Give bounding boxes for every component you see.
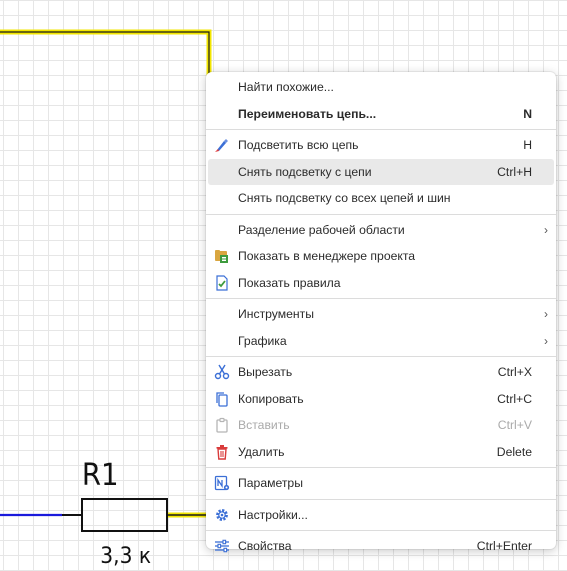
project-manager-icon: [214, 248, 230, 264]
chevron-right-icon: ›: [544, 222, 548, 237]
sliders-icon: [214, 538, 230, 554]
menu-item-shortcut: Ctrl+V: [497, 418, 532, 433]
menu-item-find-similar[interactable]: Найти похожие...: [208, 74, 554, 101]
menu-item-settings[interactable]: Настройки...: [208, 502, 554, 529]
menu-separator: [206, 129, 556, 130]
menu-item-copy[interactable]: Копировать Ctrl+C: [208, 386, 554, 413]
menu-item-shortcut: Delete: [496, 444, 532, 459]
menu-item-label: Найти похожие...: [238, 80, 334, 95]
trash-icon: [214, 444, 230, 460]
menu-item-label: Свойства: [238, 539, 292, 554]
menu-item-paste[interactable]: Вставить Ctrl+V: [208, 412, 554, 439]
menu-item-label: Инструменты: [238, 307, 314, 322]
chevron-right-icon: ›: [544, 333, 548, 348]
menu-item-shortcut: Ctrl+X: [497, 365, 532, 380]
menu-item-properties[interactable]: Свойства Ctrl+Enter: [208, 533, 554, 560]
scissors-icon: [214, 364, 230, 380]
menu-item-cut[interactable]: Вырезать Ctrl+X: [208, 359, 554, 386]
menu-item-parameters[interactable]: Параметры: [208, 470, 554, 497]
menu-item-shortcut: Ctrl+H: [497, 164, 532, 179]
menu-item-label: Настройки...: [238, 507, 308, 522]
menu-item-tools[interactable]: Инструменты ›: [208, 301, 554, 328]
menu-item-show-in-project-manager[interactable]: Показать в менеджере проекта: [208, 243, 554, 270]
menu-item-label: Вырезать: [238, 365, 293, 380]
gear-icon: [214, 507, 230, 523]
menu-item-graphics[interactable]: Графика ›: [208, 328, 554, 355]
menu-item-label: Удалить: [238, 444, 285, 459]
menu-separator: [206, 498, 556, 500]
menu-separator: [206, 530, 556, 531]
menu-item-shortcut: H: [523, 138, 532, 153]
context-menu: Найти похожие... Переименовать цепь... N…: [206, 72, 556, 553]
resistor-r1[interactable]: [62, 498, 168, 532]
resistor-value: 3,3 к: [100, 542, 151, 568]
menu-item-shortcut: N: [523, 106, 532, 121]
menu-separator: [206, 298, 556, 299]
menu-item-clear-highlight-all[interactable]: Снять подсветку со всех цепей и шин: [208, 185, 554, 212]
menu-item-label: Снять подсветку с цепи: [238, 164, 372, 179]
copy-icon: [214, 391, 230, 407]
menu-item-label: Вставить: [238, 418, 290, 433]
menu-separator: [206, 213, 556, 215]
menu-item-shortcut: Ctrl+C: [497, 391, 532, 406]
menu-item-highlight-net[interactable]: Подсветить всю цепь H: [208, 132, 554, 159]
menu-separator: [206, 467, 556, 468]
menu-item-label: Параметры: [238, 476, 303, 491]
menu-item-shortcut: Ctrl+Enter: [476, 539, 532, 554]
menu-item-label: Подсветить всю цепь: [238, 138, 359, 153]
menu-item-label: Разделение рабочей области: [238, 222, 405, 237]
menu-item-label: Переименовать цепь...: [238, 106, 377, 121]
highlighter-brush-icon: [214, 137, 230, 153]
menu-item-show-rules[interactable]: Показать правила: [208, 270, 554, 297]
menu-item-delete[interactable]: Удалить Delete: [208, 439, 554, 466]
parameters-icon: [214, 475, 230, 491]
highlighted-net[interactable]: [0, 29, 212, 518]
menu-item-rename-net[interactable]: Переименовать цепь... N: [208, 101, 554, 128]
menu-item-label: Показать правила: [238, 275, 341, 290]
resistor-designator: R1: [82, 457, 119, 492]
menu-item-label: Копировать: [238, 391, 304, 406]
menu-separator: [206, 356, 556, 357]
clipboard-icon: [214, 417, 230, 433]
menu-item-split-workspace[interactable]: Разделение рабочей области ›: [208, 217, 554, 244]
rules-document-icon: [214, 275, 230, 291]
menu-item-label: Показать в менеджере проекта: [238, 249, 416, 264]
chevron-right-icon: ›: [544, 307, 548, 322]
menu-item-label: Графика: [238, 333, 287, 348]
menu-item-label: Снять подсветку со всех цепей и шин: [238, 191, 451, 206]
menu-item-clear-highlight-net[interactable]: Снять подсветку с цепи Ctrl+H: [208, 158, 554, 185]
